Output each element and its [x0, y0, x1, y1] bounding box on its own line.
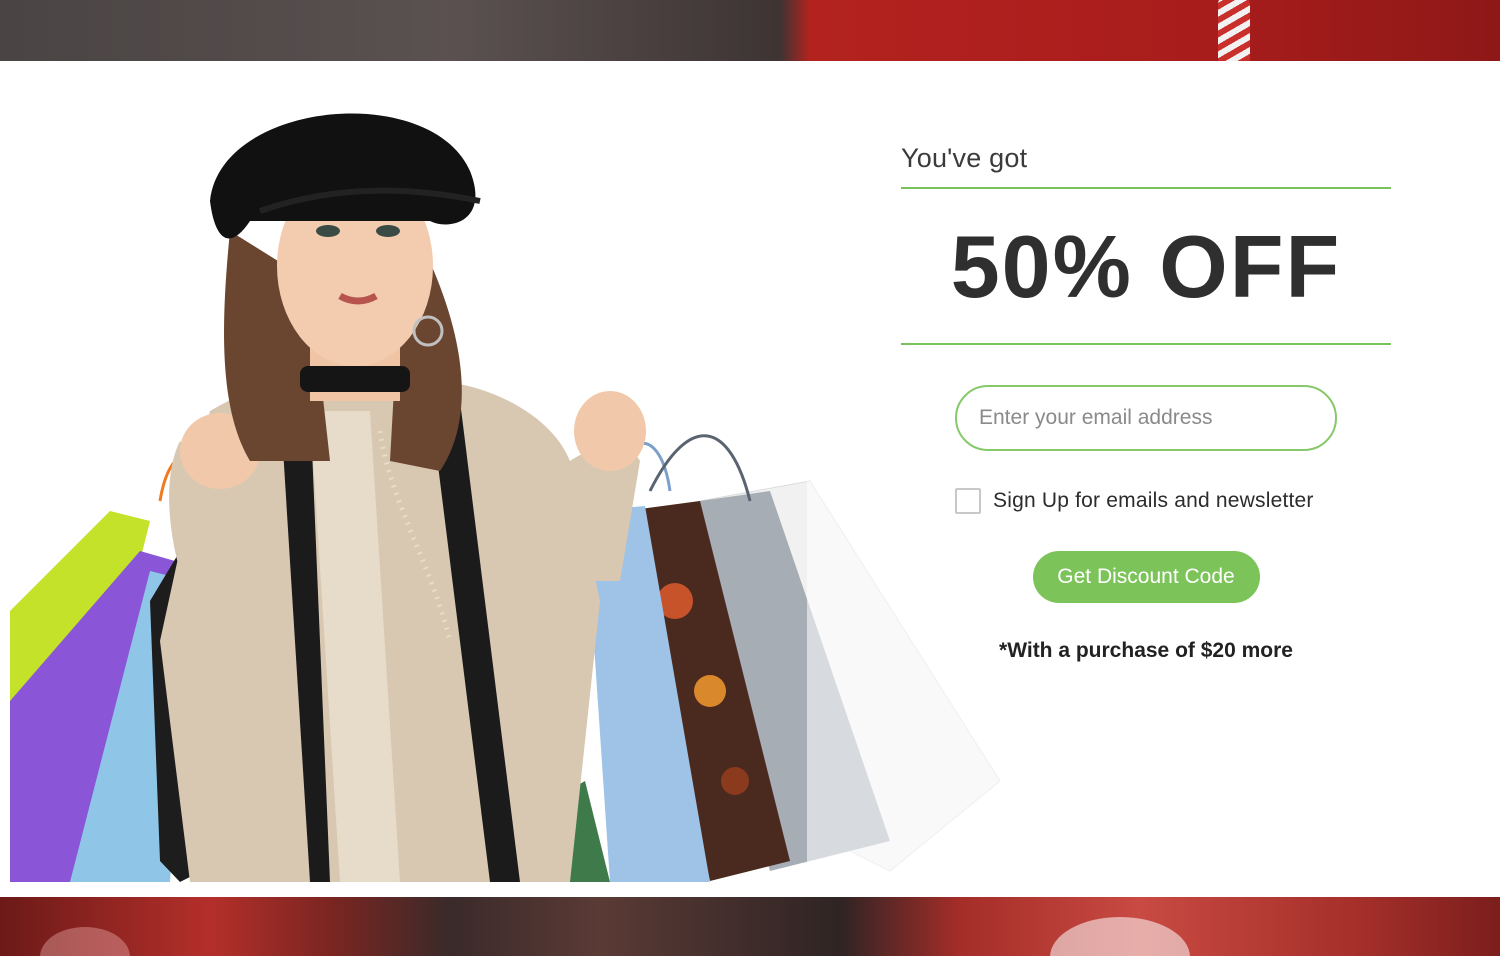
background-decoration: [40, 927, 130, 956]
newsletter-consent: Sign Up for emails and newsletter: [955, 485, 1391, 517]
offer-headline: 50% OFF: [901, 189, 1391, 345]
newsletter-label: Sign Up for emails and newsletter: [993, 489, 1314, 512]
purchase-condition-note: *With a purchase of $20 more: [999, 639, 1293, 662]
hero-image-shopper: [10, 81, 1010, 882]
background-bottom-strip: [0, 897, 1500, 956]
background-decoration: [1050, 917, 1190, 956]
offer-eyebrow: You've got: [901, 121, 1391, 189]
discount-popup: You've got 50% OFF Sign Up for emails an…: [0, 61, 1500, 897]
gift-cord-decoration: [1218, 0, 1250, 61]
newsletter-checkbox[interactable]: [955, 488, 981, 514]
offer-panel: You've got 50% OFF Sign Up for emails an…: [901, 121, 1391, 663]
background-top-strip: [0, 0, 1500, 61]
email-input[interactable]: [955, 385, 1337, 451]
get-discount-code-button[interactable]: Get Discount Code: [1032, 551, 1260, 603]
